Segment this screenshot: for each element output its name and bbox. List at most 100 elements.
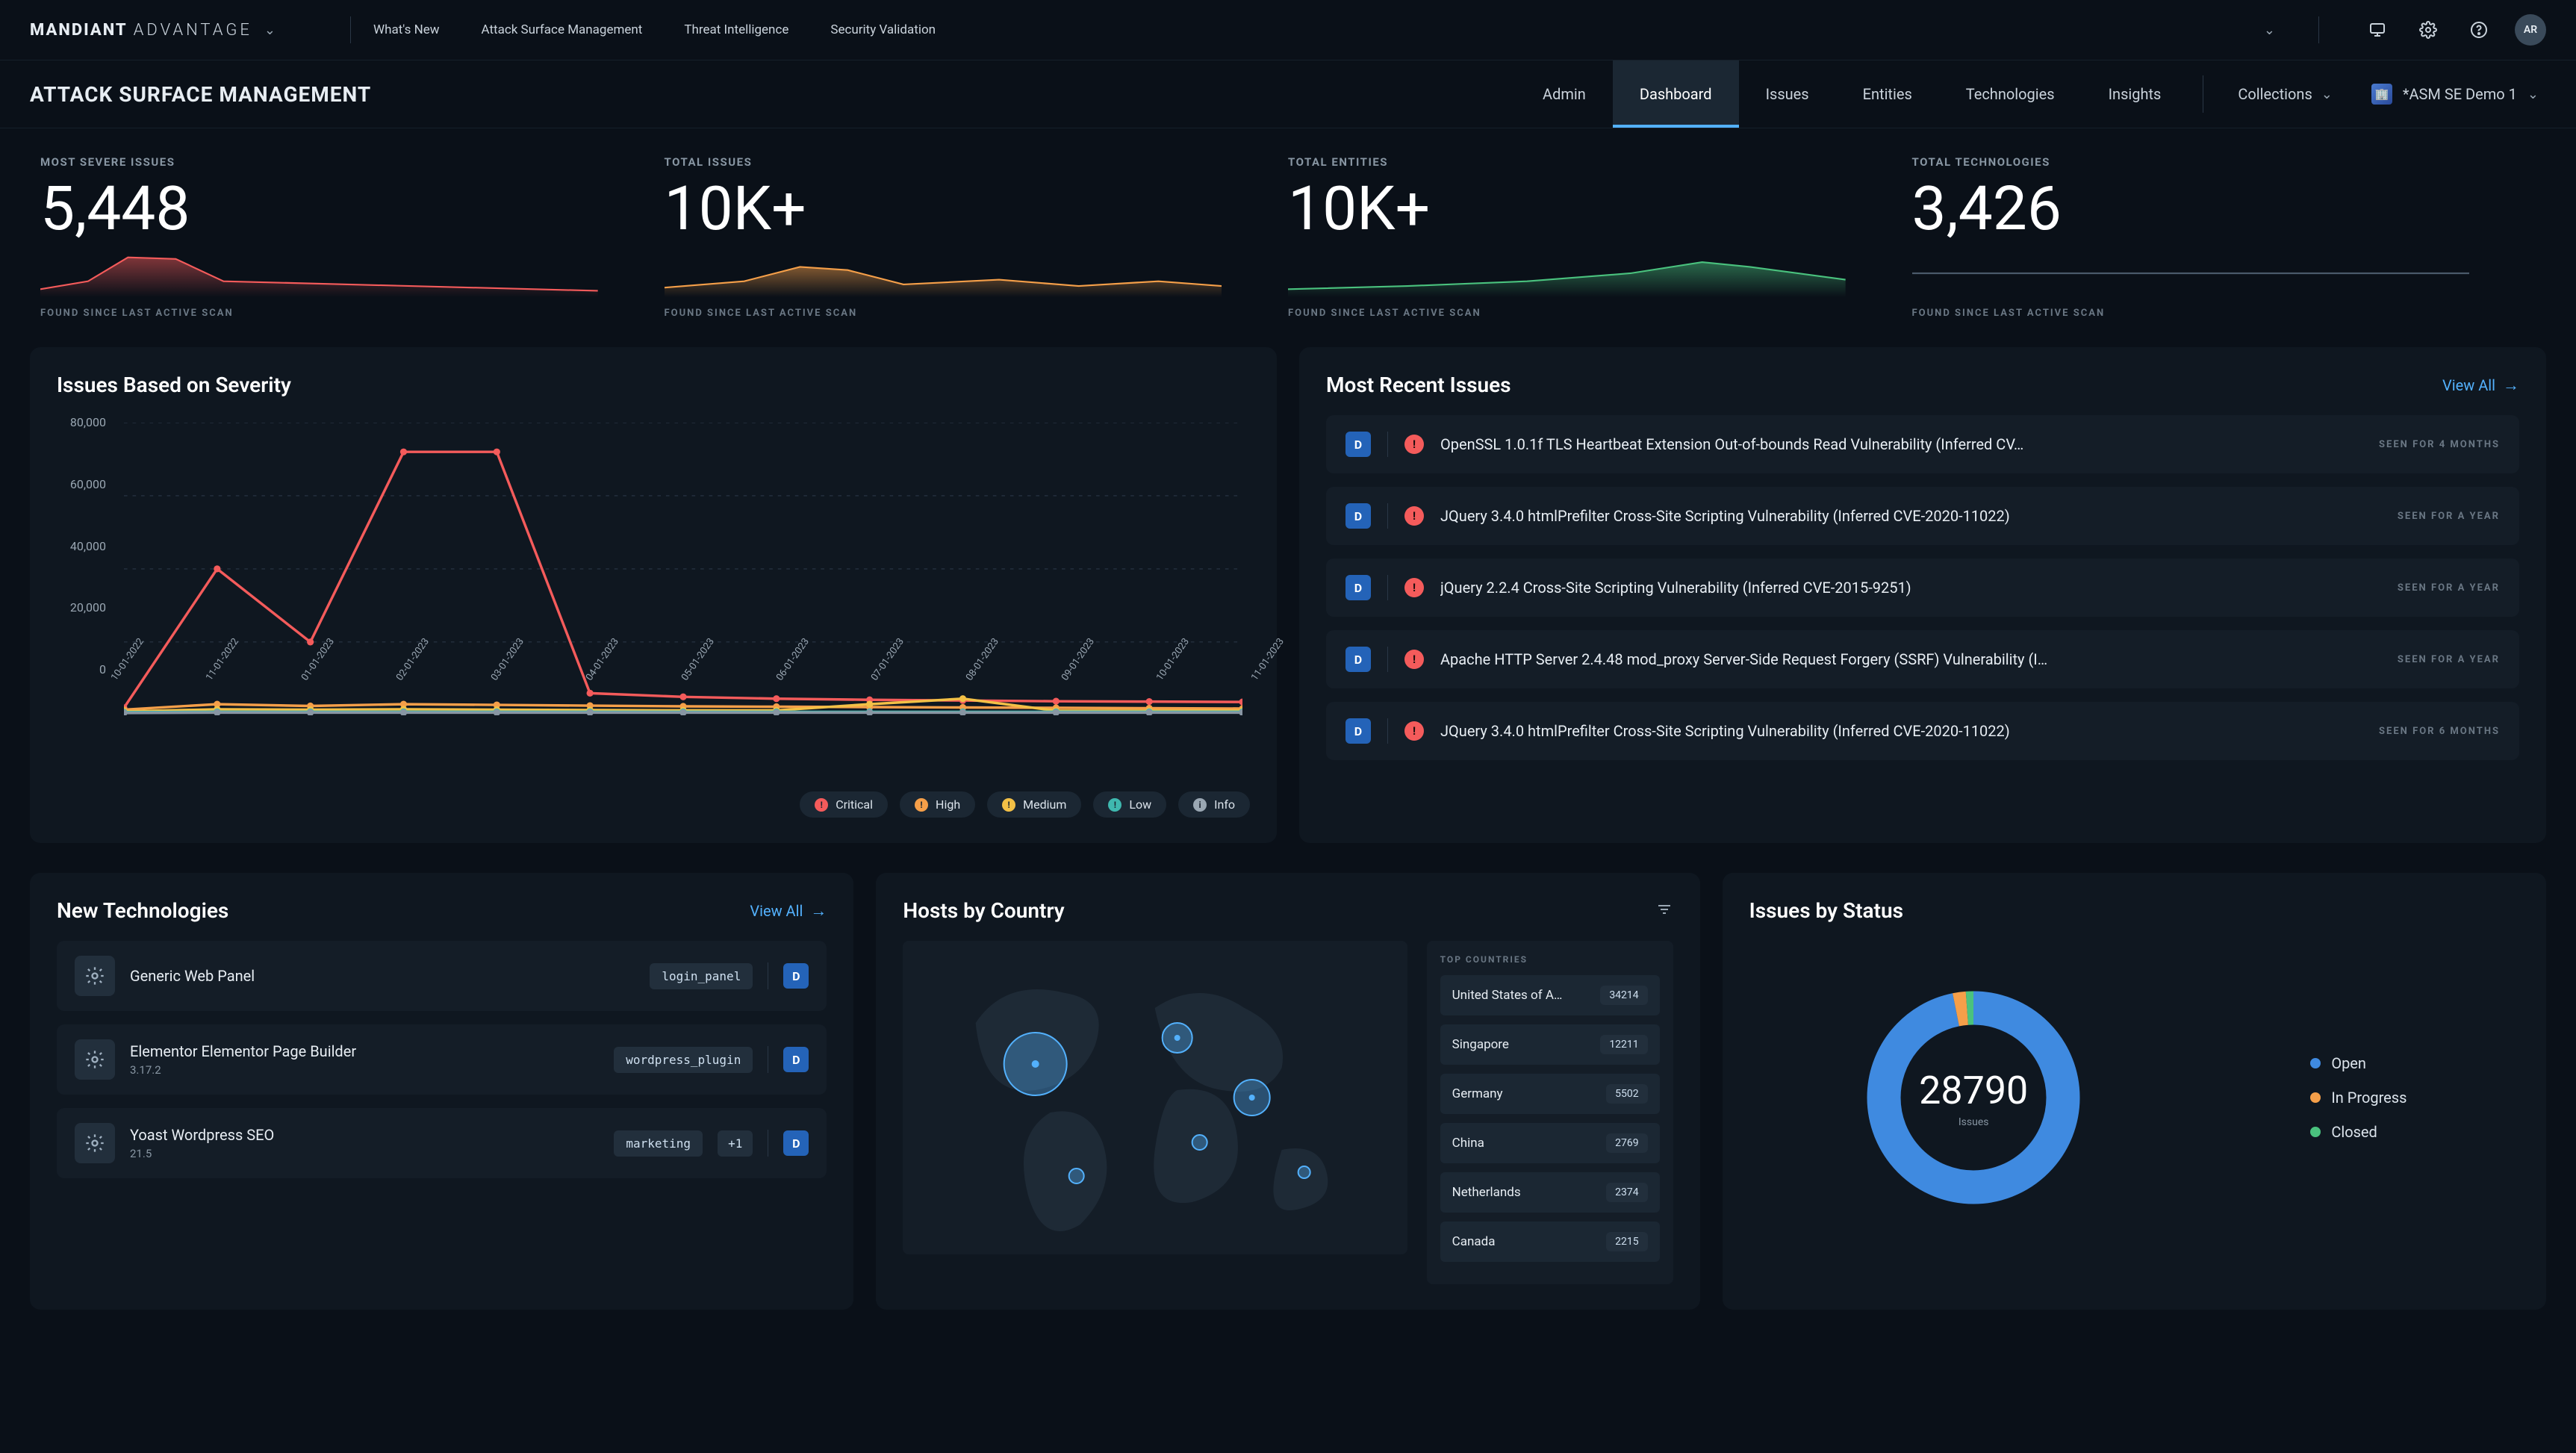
- project-selector[interactable]: 🏢 *ASM SE Demo 1 ⌄: [2352, 60, 2546, 128]
- top-nav: What's New Attack Surface Management Thr…: [373, 22, 936, 37]
- issue-row[interactable]: D!JQuery 3.4.0 htmlPrefilter Cross-Site …: [1326, 487, 2519, 545]
- legend-open[interactable]: Open: [2310, 1054, 2407, 1072]
- tech-row[interactable]: Yoast Wordpress SEO21.5marketing+1D: [57, 1108, 827, 1178]
- panel-recent-issues: Most Recent Issues View All → D!OpenSSL …: [1299, 347, 2546, 843]
- x-tick: 09-01-2023: [1060, 676, 1103, 706]
- tech-row[interactable]: Generic Web Panel login_panel D: [57, 941, 827, 1011]
- nav-asm[interactable]: Attack Surface Management: [482, 22, 643, 37]
- legend-closed[interactable]: Closed: [2310, 1123, 2407, 1141]
- nav-whats-new[interactable]: What's New: [373, 22, 439, 37]
- dev-badge: D: [783, 963, 809, 989]
- country-row[interactable]: Netherlands2374: [1440, 1172, 1660, 1213]
- y-tick: 40,000: [70, 539, 106, 553]
- kpi-total-entities: TOTAL ENTITIES 10K+ FOUND SINCE LAST ACT…: [1288, 155, 1912, 319]
- x-tick: 01-01-2023: [299, 676, 343, 706]
- issue-seen-for: SEEN FOR 6 MONTHS: [2379, 726, 2500, 737]
- tech-version: 3.17.2: [130, 1063, 599, 1077]
- country-row[interactable]: United States of A…34214: [1440, 975, 1660, 1015]
- issue-row[interactable]: D!OpenSSL 1.0.1f TLS Heartbeat Extension…: [1326, 415, 2519, 473]
- kpi-label: MOST SEVERE ISSUES: [40, 155, 620, 169]
- country-count: 2769: [1606, 1133, 1647, 1153]
- kpi-label: TOTAL ENTITIES: [1288, 155, 1867, 169]
- tech-tag-pill: login_panel: [650, 963, 753, 989]
- legend-critical[interactable]: !Critical: [800, 791, 888, 818]
- kpi-most-severe: MOST SEVERE ISSUES 5,448 FOUND SINCE LAS…: [40, 155, 665, 319]
- severity-critical-icon: !: [1404, 721, 1424, 741]
- screen-icon[interactable]: [2362, 15, 2392, 45]
- avatar[interactable]: AR: [2515, 14, 2546, 46]
- nav-threat-intel[interactable]: Threat Intelligence: [684, 22, 788, 37]
- status-donut: 28790 Issues: [1861, 986, 2085, 1210]
- dev-badge: D: [783, 1130, 809, 1156]
- x-tick: 04-01-2023: [584, 676, 627, 706]
- legend-medium[interactable]: !Medium: [987, 791, 1081, 818]
- country-row[interactable]: Germany5502: [1440, 1074, 1660, 1114]
- issue-seen-for: SEEN FOR A YEAR: [2398, 582, 2500, 594]
- legend-low[interactable]: !Low: [1093, 791, 1166, 818]
- kpi-footer: FOUND SINCE LAST ACTIVE SCAN: [1288, 308, 1867, 319]
- severity-y-axis: 80,000 60,000 40,000 20,000 0: [57, 415, 116, 676]
- x-tick: 02-01-2023: [394, 676, 438, 706]
- tech-name: Generic Web Panel: [130, 967, 635, 985]
- help-icon[interactable]: [2464, 15, 2494, 45]
- severity-x-axis: 10-01-202211-01-202201-01-202302-01-2023…: [109, 676, 1250, 729]
- country-row[interactable]: China2769: [1440, 1123, 1660, 1163]
- row-divider: [1387, 503, 1388, 529]
- subnav-dashboard[interactable]: Dashboard: [1613, 60, 1739, 128]
- kpi-footer: FOUND SINCE LAST ACTIVE SCAN: [665, 308, 1244, 319]
- panel-title: Hosts by Country: [903, 898, 1064, 923]
- sub-nav: Admin Dashboard Issues Entities Technolo…: [1516, 60, 2546, 128]
- nav-sec-val[interactable]: Security Validation: [830, 22, 936, 37]
- brand-logo[interactable]: MANDIANT ADVANTAGE ⌄: [30, 21, 276, 40]
- subnav-collections[interactable]: Collections ⌄: [2218, 60, 2352, 128]
- project-name: *ASM SE Demo 1: [2403, 85, 2517, 103]
- subnav-issues[interactable]: Issues: [1739, 60, 1836, 128]
- kpi-total-technologies: TOTAL TECHNOLOGIES 3,426 FOUND SINCE LAS…: [1912, 155, 2536, 319]
- gear-icon[interactable]: [2413, 15, 2443, 45]
- country-row[interactable]: Canada2215: [1440, 1222, 1660, 1262]
- subnav-entities[interactable]: Entities: [1836, 60, 1939, 128]
- issue-title: OpenSSL 1.0.1f TLS Heartbeat Extension O…: [1440, 435, 2362, 453]
- legend-info[interactable]: iInfo: [1178, 791, 1250, 818]
- tech-name: Yoast Wordpress SEO: [130, 1126, 599, 1144]
- country-name: Singapore: [1452, 1037, 1509, 1052]
- view-all-link[interactable]: View All →: [2442, 376, 2519, 395]
- kpi-value: 5,448: [40, 173, 620, 245]
- subnav-insights[interactable]: Insights: [2082, 60, 2188, 128]
- kpi-sparkline: [665, 249, 1222, 297]
- issue-row[interactable]: D!JQuery 3.4.0 htmlPrefilter Cross-Site …: [1326, 702, 2519, 760]
- legend-high[interactable]: !High: [900, 791, 975, 818]
- brand-sub: ADVANTAGE: [134, 21, 252, 40]
- severity-chart: 80,000 60,000 40,000 20,000 0 10-01-2022…: [57, 415, 1250, 729]
- x-tick: 03-01-2023: [489, 676, 532, 706]
- country-count: 34214: [1600, 986, 1647, 1005]
- kpi-footer: FOUND SINCE LAST ACTIVE SCAN: [1912, 308, 2492, 319]
- issue-row[interactable]: D!jQuery 2.2.4 Cross-Site Scripting Vuln…: [1326, 559, 2519, 617]
- dev-badge: D: [1345, 647, 1371, 672]
- country-count: 12211: [1600, 1035, 1647, 1054]
- legend-in-progress[interactable]: In Progress: [2310, 1089, 2407, 1107]
- topbar-divider: [350, 16, 351, 43]
- severity-critical-icon: !: [1404, 578, 1424, 597]
- dev-badge: D: [1345, 432, 1371, 457]
- kpi-value: 3,426: [1912, 173, 2492, 245]
- product-switcher-icon[interactable]: ⌄: [2264, 22, 2275, 38]
- country-row[interactable]: Singapore 12211: [1440, 1024, 1660, 1065]
- subnav-admin[interactable]: Admin: [1516, 60, 1613, 128]
- issue-row[interactable]: D!Apache HTTP Server 2.4.48 mod_proxy Se…: [1326, 630, 2519, 688]
- legend-label: In Progress: [2331, 1089, 2407, 1107]
- dev-badge: D: [1345, 575, 1371, 600]
- kpi-label: TOTAL TECHNOLOGIES: [1912, 155, 2492, 169]
- brand-caret-icon[interactable]: ⌄: [264, 22, 276, 38]
- tech-row[interactable]: Elementor Elementor Page Builder3.17.2wo…: [57, 1024, 827, 1095]
- issue-title: JQuery 3.4.0 htmlPrefilter Cross-Site Sc…: [1440, 722, 2362, 740]
- kpi-sparkline: [1912, 249, 2470, 297]
- kpi-sparkline: [40, 249, 598, 297]
- subnav-technologies[interactable]: Technologies: [1939, 60, 2082, 128]
- view-all-link[interactable]: View All →: [750, 901, 827, 921]
- panel-menu-icon[interactable]: [1655, 900, 1673, 921]
- tech-tag-pill: wordpress_plugin: [614, 1047, 753, 1073]
- legend-label: Critical: [836, 797, 873, 812]
- issue-seen-for: SEEN FOR 4 MONTHS: [2379, 439, 2500, 450]
- world-map[interactable]: [903, 941, 1407, 1254]
